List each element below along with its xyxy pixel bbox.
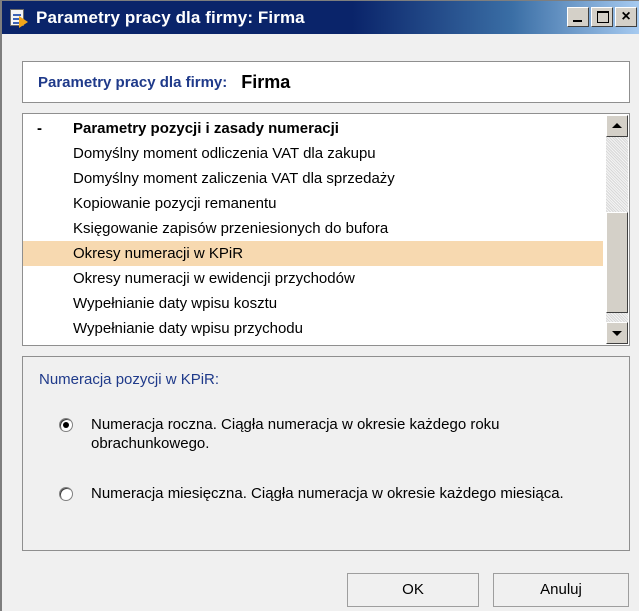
maximize-button[interactable] [591,7,613,27]
close-button[interactable]: × [615,7,637,27]
ok-button[interactable]: OK [347,573,479,607]
collapse-toggle[interactable]: - [37,116,73,141]
radio-yearly-label[interactable]: Numeracja roczna. Ciągła numeracja w okr… [91,415,571,453]
list-item[interactable]: Domyślny moment zaliczenia VAT dla sprze… [23,166,603,191]
list-item[interactable]: Domyślny moment odliczenia VAT dla zakup… [23,141,603,166]
minimize-button[interactable] [567,7,589,27]
parameters-list-items: - Parametry pozycji i zasady numeracji Do… [23,116,603,341]
numbering-options-group: Numeracja pozycji w KPiR: Numeracja rocz… [22,356,630,551]
list-item[interactable]: Wypełnianie daty wpisu przychodu [23,316,603,341]
radio-yearly[interactable] [59,418,73,432]
list-scrollbar[interactable] [606,115,628,344]
radio-option-yearly[interactable]: Numeracja roczna. Ciągła numeracja w okr… [59,415,571,453]
arrow-down-icon[interactable] [606,322,628,344]
radio-option-monthly[interactable]: Numeracja miesięczna. Ciągła numeracja w… [59,484,571,503]
list-group-label: Parametry pozycji i zasady numeracji [73,120,339,137]
scrollbar-thumb[interactable] [606,212,628,313]
radio-monthly[interactable] [59,487,73,501]
radio-monthly-label[interactable]: Numeracja miesięczna. Ciągła numeracja w… [91,484,571,503]
arrow-up-icon[interactable] [606,115,628,137]
list-item[interactable]: Kopiowanie pozycji remanentu [23,191,603,216]
company-header-label: Parametry pracy dla firmy: [38,73,228,91]
window-controls: × [565,7,637,27]
list-group-header[interactable]: - Parametry pozycji i zasady numeracji [23,116,603,141]
list-item[interactable]: Wypełnianie daty wpisu kosztu [23,291,603,316]
document-arrow-icon [8,7,30,29]
dialog-window: Parametry pracy dla firmy: Firma × Param… [0,0,639,611]
options-title: Numeracja pozycji w KPiR: [39,371,220,388]
list-item[interactable]: Okresy numeracji w ewidencji przychodów [23,266,603,291]
list-item-selected[interactable]: Okresy numeracji w KPiR [23,241,603,266]
title-bar[interactable]: Parametry pracy dla firmy: Firma × [2,1,639,34]
company-header: Parametry pracy dla firmy: Firma [22,61,630,103]
parameters-list[interactable]: - Parametry pozycji i zasady numeracji Do… [22,113,630,346]
company-name: Firma [241,71,291,92]
list-item[interactable]: Księgowanie zapisów przeniesionych do bu… [23,216,603,241]
cancel-button[interactable]: Anuluj [493,573,629,607]
window-title: Parametry pracy dla firmy: Firma [36,7,305,27]
